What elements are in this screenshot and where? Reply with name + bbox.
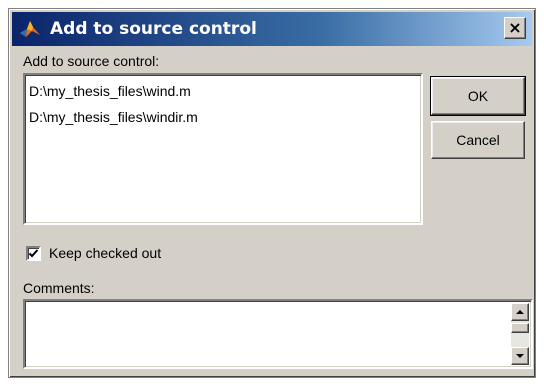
file-list-item[interactable]: D:\my_thesis_files\wind.m [29, 83, 191, 99]
comments-scrollbar[interactable] [511, 303, 529, 365]
keep-checked-out-label[interactable]: Keep checked out [49, 245, 161, 261]
comments-label: Comments: [23, 280, 95, 296]
matlab-logo-icon [16, 15, 44, 43]
title-bar[interactable]: Add to source control × [12, 12, 532, 46]
keep-checked-out-checkbox[interactable] [26, 246, 41, 261]
scroll-thumb[interactable] [511, 323, 529, 333]
comments-textarea[interactable] [23, 299, 533, 369]
window-title: Add to source control [50, 19, 257, 39]
add-to-source-control-dialog: Add to source control × Add to source co… [8, 8, 536, 378]
checkmark-icon [28, 249, 39, 258]
arrow-up-icon [516, 310, 524, 314]
arrow-down-icon [516, 354, 524, 358]
files-label: Add to source control: [23, 53, 160, 69]
scroll-down-button[interactable] [511, 347, 529, 365]
close-button[interactable]: × [504, 17, 526, 39]
file-list[interactable]: D:\my_thesis_files\wind.m D:\my_thesis_f… [23, 73, 423, 225]
ok-button[interactable]: OK [430, 76, 526, 116]
file-list-item[interactable]: D:\my_thesis_files\windir.m [29, 109, 198, 125]
scroll-up-button[interactable] [511, 303, 529, 321]
cancel-button[interactable]: Cancel [431, 121, 525, 159]
